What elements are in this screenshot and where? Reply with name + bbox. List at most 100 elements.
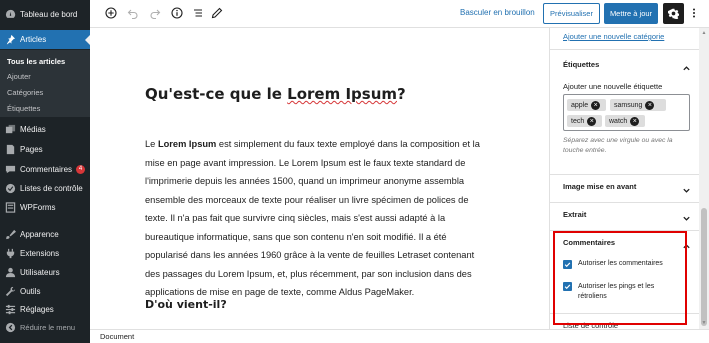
divider (550, 174, 699, 175)
collapse-menu-button[interactable]: Réduire le menu (0, 318, 90, 337)
comment-icon (5, 164, 16, 175)
menu-comments[interactable]: Commentaires 4 (0, 160, 90, 179)
editor-canvas: Qu'est-ce que le Lorem Ipsum? Le Lorem I… (90, 28, 540, 329)
vertical-ellipsis-icon[interactable] (687, 6, 701, 20)
remove-tag-icon[interactable]: × (645, 100, 655, 110)
menu-articles[interactable]: Articles (0, 30, 90, 49)
tag-label: tech (571, 117, 585, 125)
chevron-down-icon[interactable] (682, 182, 691, 193)
menu-articles-label: Articles (20, 35, 47, 44)
info-icon[interactable] (170, 6, 184, 20)
plus-circle-icon[interactable] (104, 6, 118, 20)
list-view-icon[interactable] (191, 6, 205, 20)
menu-appearance-label: Apparence (20, 230, 59, 239)
menu-dashboard[interactable]: Tableau de bord (0, 5, 90, 24)
scroll-thumb[interactable] (701, 208, 707, 326)
paragraph-lead: Le (145, 139, 158, 149)
tag-label: samsung (614, 101, 643, 109)
admin-sidebar: Tableau de bord Articles Tous les articl… (0, 0, 90, 343)
remove-tag-icon[interactable]: × (630, 116, 640, 126)
breadcrumb-document[interactable]: Document (100, 332, 134, 341)
menu-checklists-label: Listes de contrôle (20, 184, 83, 193)
menu-dashboard-label: Tableau de bord (20, 10, 78, 19)
paragraph-bold: Lorem Ipsum (157, 139, 217, 149)
paragraph-body: est simplement du faux texte employé dan… (145, 139, 480, 297)
switch-to-draft-button[interactable]: Basculer en brouillon (460, 8, 535, 17)
menu-tools-label: Outils (20, 287, 41, 296)
submenu-categories[interactable]: Catégories (7, 88, 43, 97)
menu-tools[interactable]: Outils (0, 282, 90, 301)
menu-checklists[interactable]: Listes de contrôle (0, 179, 90, 198)
chevron-down-icon[interactable] (682, 210, 691, 221)
comments-count-badge: 4 (76, 165, 86, 174)
menu-comments-label: Commentaires (20, 165, 73, 174)
menu-settings[interactable]: Réglages (0, 300, 90, 319)
pin-icon (5, 34, 16, 45)
tag-chip: samsung × (610, 99, 666, 111)
submenu-add[interactable]: Ajouter (7, 72, 31, 81)
collapse-arrow-icon (5, 322, 16, 333)
settings-scrollbar[interactable]: ▲ ▼ (699, 28, 709, 329)
tag-chip: apple × (567, 99, 606, 111)
menu-extensions[interactable]: Extensions (0, 244, 90, 263)
featured-image-panel-title[interactable]: Image mise en avant (563, 182, 636, 191)
menu-users[interactable]: Utilisateurs (0, 263, 90, 282)
heading-block[interactable]: D'où vient-il? (145, 298, 227, 311)
brush-icon (5, 229, 16, 240)
paragraph-block[interactable]: Le Lorem Ipsum est simplement du faux te… (145, 135, 490, 302)
articles-submenu: Tous les articles Ajouter Catégories Éti… (0, 50, 90, 117)
divider (550, 202, 699, 203)
comments-highlight-box (553, 231, 687, 325)
remove-tag-icon[interactable]: × (587, 116, 597, 126)
title-suffix: ? (397, 85, 406, 103)
tag-chip: tech × (567, 115, 602, 127)
dashboard-icon (5, 9, 16, 20)
preview-button[interactable]: Prévisualiser (543, 3, 600, 24)
chevron-up-icon[interactable] (682, 60, 691, 71)
gear-icon (668, 8, 679, 19)
settings-toggle-button[interactable] (663, 3, 684, 24)
update-button[interactable]: Mettre à jour (604, 3, 658, 24)
pencil-icon[interactable] (210, 6, 224, 20)
title-prefix: Qu'est-ce que le (145, 85, 288, 103)
tag-chip: watch × (605, 115, 645, 127)
wrench-icon (5, 286, 16, 297)
menu-extensions-label: Extensions (20, 249, 60, 258)
page-icon (5, 144, 16, 155)
scroll-down-icon[interactable]: ▼ (701, 320, 707, 326)
menu-wpforms-label: WPForms (20, 203, 56, 212)
add-category-link[interactable]: Ajouter une nouvelle catégorie (563, 32, 664, 41)
remove-tag-icon[interactable]: × (591, 100, 601, 110)
submenu-all-articles[interactable]: Tous les articles (7, 57, 65, 66)
menu-medias[interactable]: Médias (0, 120, 90, 139)
submenu-tags[interactable]: Étiquettes (7, 104, 40, 113)
tags-input[interactable]: apple × samsung × tech × watch × (563, 94, 690, 131)
menu-medias-label: Médias (20, 125, 46, 134)
menu-settings-label: Réglages (20, 305, 54, 314)
checklist-icon (5, 183, 16, 194)
excerpt-panel-title[interactable]: Extrait (563, 210, 586, 219)
tags-panel-title[interactable]: Étiquettes (563, 60, 599, 69)
menu-wpforms[interactable]: WPForms (0, 198, 90, 217)
plugin-icon (5, 248, 16, 259)
collapse-menu-label: Réduire le menu (20, 323, 76, 332)
divider (550, 49, 699, 50)
user-icon (5, 267, 16, 278)
menu-pages-label: Pages (20, 145, 43, 154)
tags-help-text: Séparez avec une virgule ou avec la touc… (563, 137, 673, 154)
menu-appearance[interactable]: Apparence (0, 225, 90, 244)
menu-pages[interactable]: Pages (0, 140, 90, 159)
media-icon (5, 124, 16, 135)
form-icon (5, 202, 16, 213)
scroll-up-icon[interactable]: ▲ (701, 30, 707, 36)
menu-users-label: Utilisateurs (20, 268, 60, 277)
tag-label: apple (571, 101, 589, 109)
undo-icon[interactable] (126, 6, 140, 20)
tag-label: watch (609, 117, 628, 125)
editor-toolbar: Basculer en brouillon Prévisualiser Mett… (90, 0, 709, 28)
tags-field-label: Ajouter une nouvelle étiquette (563, 82, 663, 91)
title-misspelled-word: Lorem Ipsum (287, 85, 397, 103)
redo-icon[interactable] (148, 6, 162, 20)
breadcrumb: Document (90, 329, 709, 343)
post-title[interactable]: Qu'est-ce que le Lorem Ipsum? (145, 85, 406, 103)
